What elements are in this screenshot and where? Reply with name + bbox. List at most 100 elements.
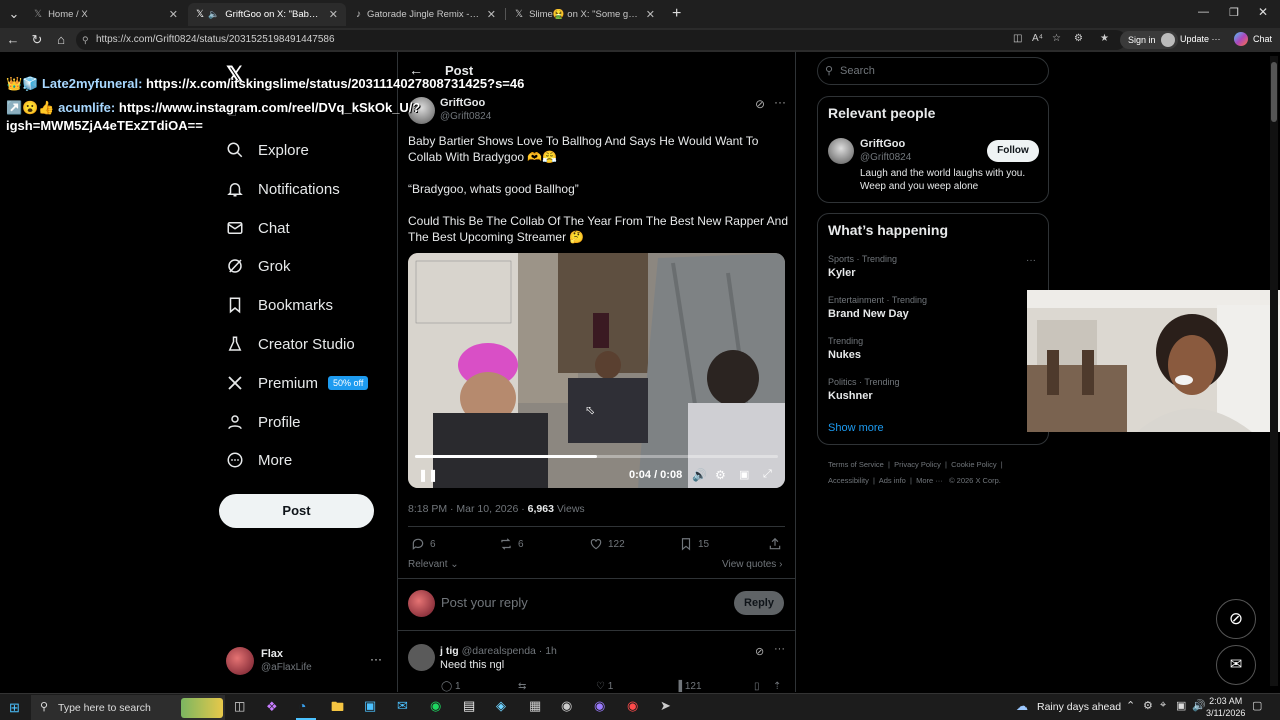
tab-actions-chevron-icon[interactable]: ⌄ (6, 6, 22, 22)
footer-link[interactable]: Terms of Service | Privacy Policy | Cook… (828, 460, 1003, 469)
grok-floating-button[interactable]: ⊘ (1216, 599, 1256, 639)
sign-in-button[interactable]: Sign in (1120, 31, 1178, 49)
reply-bookmark-button[interactable]: ▯ (754, 681, 760, 692)
video-player[interactable]: ❚❚ 0:04 / 0:08 🔊 ⚙ ▣ ⤢ (408, 253, 785, 488)
footer-ads-info[interactable]: Ads info (879, 476, 906, 485)
weather-icon[interactable]: ☁ (1016, 699, 1028, 713)
nav-chat[interactable]: Chat (226, 214, 290, 242)
nav-explore[interactable]: Explore (226, 136, 309, 164)
update-button[interactable]: Update ··· (1180, 34, 1221, 44)
trend-item[interactable]: Kushner (828, 390, 873, 402)
grok-icon[interactable]: ⊘ (755, 97, 765, 111)
reply-views-button[interactable]: ▐ 121 (675, 681, 702, 692)
split-screen-icon[interactable]: ◫ (1013, 33, 1022, 44)
account-more-icon[interactable]: ··· (370, 652, 382, 666)
footer-more[interactable]: More ··· (916, 476, 943, 485)
clock[interactable]: 2:03 AM 3/11/2026 (1206, 695, 1245, 719)
wifi-icon[interactable]: ⌖ (1160, 699, 1166, 712)
view-quotes-link[interactable]: View quotes › (722, 559, 782, 570)
trend-more-icon[interactable]: ··· (1026, 255, 1036, 266)
reply-input[interactable]: Post your reply (441, 595, 528, 610)
minimize-icon[interactable]: — (1198, 6, 1209, 18)
windows-start-icon[interactable]: ⊞ (9, 700, 20, 716)
app-icon[interactable]: ◈ (496, 698, 506, 714)
show-more-link[interactable]: Show more (828, 422, 884, 434)
back-arrow-icon[interactable]: ← (5, 32, 21, 48)
discord-icon[interactable]: ◉ (594, 698, 605, 714)
nav-creator-studio[interactable]: Creator Studio (226, 330, 355, 358)
post-button[interactable]: Post (219, 494, 374, 528)
restore-icon[interactable]: ❐ (1229, 6, 1239, 19)
tab-griftgoo-post[interactable]: 𝕏 🔈 GriftGoo on X: "Baby Bartier S ✕ (188, 3, 346, 26)
reply-more-icon[interactable]: ··· (774, 643, 785, 655)
app-icon[interactable]: ◉ (561, 698, 572, 714)
messages-floating-button[interactable]: ✉ (1216, 645, 1256, 685)
favorite-star-icon[interactable]: ☆ (1052, 33, 1061, 44)
footer-privacy[interactable]: Privacy Policy (894, 460, 941, 469)
reply-submit-button[interactable]: Reply (734, 591, 784, 615)
account-avatar[interactable] (226, 647, 254, 675)
nav-grok[interactable]: Grok (226, 252, 291, 280)
edge-taskbar-icon[interactable]: ◔ (298, 698, 306, 714)
close-window-icon[interactable]: ✕ (1258, 5, 1268, 19)
mail-taskbar-icon[interactable]: ✉ (397, 698, 408, 714)
footer-accessibility[interactable]: Accessibility (828, 476, 869, 485)
tab-home[interactable]: 𝕏 Home / X ✕ (26, 3, 186, 26)
nav-bookmarks[interactable]: Bookmarks (226, 291, 333, 319)
nav-profile[interactable]: Profile (226, 408, 301, 436)
close-icon[interactable]: ✕ (329, 8, 338, 21)
tab-slime[interactable]: 𝕏 Slime🤮 on X: "Some girls led Yun ✕ (507, 3, 663, 26)
grok-icon[interactable]: ⊘ (755, 645, 764, 658)
notepad-icon[interactable]: ▤ (463, 698, 475, 714)
app-icon[interactable]: ▦ (529, 698, 541, 714)
fullscreen-icon[interactable]: ⤢ (763, 468, 772, 481)
footer-terms[interactable]: Terms of Service (828, 460, 884, 469)
trend-item[interactable]: Kyler (828, 267, 856, 279)
nav-premium[interactable]: Premium 50% off (226, 369, 369, 397)
extensions-icon[interactable]: ⚙ (1074, 33, 1083, 44)
like-button[interactable]: 122 (589, 537, 625, 551)
nav-more[interactable]: More (226, 446, 292, 474)
taskbar-search-input[interactable]: ⚲ Type here to search (31, 695, 225, 720)
reply-author-handle[interactable]: @darealspenda · 1h (462, 645, 557, 657)
copilot-taskbar-icon[interactable]: ❖ (266, 699, 278, 715)
new-tab-button[interactable]: + (672, 5, 681, 23)
settings-icon[interactable]: ⚙ (715, 468, 726, 482)
tray-chevron-icon[interactable]: ⌃ (1126, 699, 1135, 712)
share-button[interactable] (768, 537, 787, 551)
person-avatar[interactable] (828, 138, 854, 164)
speaker-icon[interactable]: 🔈 (208, 9, 219, 20)
author-name[interactable]: GriftGoo (440, 97, 485, 109)
volume-icon[interactable]: 🔊 (692, 468, 707, 482)
store-icon[interactable]: ▣ (364, 698, 376, 714)
spotify-icon[interactable]: ◉ (430, 698, 441, 714)
scrollbar[interactable] (1270, 56, 1278, 686)
weather-text[interactable]: Rainy days ahead (1037, 701, 1121, 713)
volume-icon[interactable]: 🔊 (1192, 699, 1206, 712)
scrollbar-thumb[interactable] (1271, 62, 1277, 122)
close-icon[interactable]: ✕ (487, 8, 496, 21)
search-input[interactable]: ⚲ Search (817, 57, 1049, 85)
refresh-icon[interactable]: ↻ (29, 32, 45, 48)
trend-item[interactable]: Brand New Day (828, 308, 909, 320)
sort-dropdown[interactable]: Relevant ⌄ (408, 559, 459, 570)
obs-icon[interactable]: ◉ (627, 698, 638, 714)
reply-like-button[interactable]: ♡ 1 (596, 681, 613, 692)
close-icon[interactable]: ✕ (646, 8, 655, 21)
bookmark-button[interactable]: 15 (679, 537, 709, 551)
file-explorer-icon[interactable]: 🖿 (331, 698, 344, 720)
tab-gatorade[interactable]: ♪ Gatorade Jingle Remix - A Fun Twi ✕ (348, 3, 504, 26)
trend-item[interactable]: Nukes (828, 349, 861, 361)
person-handle[interactable]: @Grift0824 (860, 152, 911, 163)
repost-button[interactable]: 6 (499, 537, 524, 551)
task-view-icon[interactable]: ◫ (234, 699, 245, 713)
notifications-icon[interactable]: ▢ (1252, 699, 1262, 712)
network-icon[interactable]: ▣ (1176, 699, 1186, 712)
app-icon[interactable]: ➤ (660, 698, 671, 714)
read-aloud-icon[interactable]: A⁴ (1032, 33, 1043, 44)
reply-author-name[interactable]: j tig (440, 645, 459, 657)
video-progress-track[interactable] (415, 455, 778, 458)
chat-button[interactable]: Chat (1253, 34, 1272, 44)
pip-icon[interactable]: ▣ (739, 468, 749, 481)
follow-button[interactable]: Follow (987, 140, 1039, 162)
